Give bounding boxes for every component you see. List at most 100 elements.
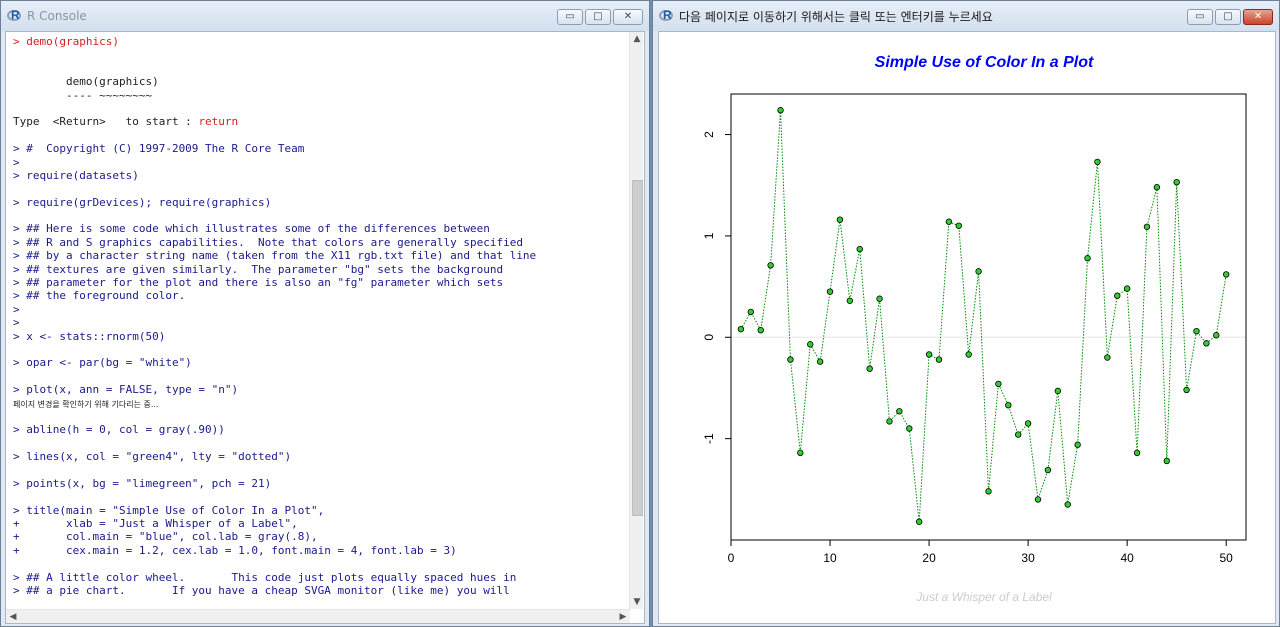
scroll-right-icon[interactable]: ▶: [616, 610, 630, 623]
horizontal-scrollbar[interactable]: ◀ ▶: [6, 609, 630, 623]
data-point: [816, 358, 824, 365]
data-point: [1123, 285, 1131, 292]
chart-title: Simple Use of Color In a Plot: [875, 54, 1094, 71]
console-line-text: demo(graphics): [13, 75, 159, 89]
console-line: > plot(x, ann = FALSE, type = "n"): [13, 383, 628, 396]
data-point: [915, 518, 923, 525]
console-line: > require(datasets): [13, 169, 628, 182]
x-tick-label: 40: [1120, 551, 1134, 565]
data-point: [1143, 223, 1151, 230]
console-line: > points(x, bg = "limegreen", pch = 21): [13, 477, 628, 490]
data-point: [826, 288, 834, 295]
data-point: [807, 341, 814, 348]
data-point: [1034, 496, 1042, 503]
console-line-text: > require(datasets): [13, 168, 139, 182]
data-point: [975, 268, 982, 275]
console-line: > ## R and S graphics capabilities. Note…: [13, 236, 628, 249]
console-line-text: > abline(h = 0, col = gray(.90)): [13, 423, 225, 437]
console-line-response: return: [198, 115, 239, 129]
data-point: [935, 356, 943, 363]
console-line-text: Type <Return> to start :: [13, 115, 199, 129]
x-tick-label: 50: [1220, 551, 1234, 565]
console-line: > # Copyright (C) 1997-2009 The R Core T…: [13, 142, 628, 155]
console-line: > ## parameter for the plot and there is…: [13, 276, 628, 289]
console-line: demo(graphics): [13, 75, 628, 88]
data-point: [1222, 271, 1230, 278]
data-point: [1173, 178, 1180, 186]
data-point: [1074, 441, 1081, 448]
data-point: [1213, 332, 1220, 339]
console-line-text: >: [13, 155, 20, 169]
scatter-plot: 0 10 20 30 40 50 -1 0 1 2 Simple Use of Color In a…: [702, 54, 1247, 604]
console-line: > lines(x, col = "green4", lty = "dotted…: [13, 450, 628, 463]
series-line: [740, 110, 1227, 522]
console-line-text: > plot(x, ann = FALSE, type = "n"): [13, 383, 239, 397]
graphics-title: 다음 페이지로 이동하기 위해서는 클릭 또는 엔터키를 누르세요: [679, 9, 993, 24]
data-point: [995, 380, 1002, 388]
console-maximize-button[interactable]: □: [585, 9, 611, 25]
graphics-maximize-button[interactable]: □: [1215, 9, 1241, 25]
console-line: >: [13, 303, 628, 316]
r-console-window: R R Console ▭ □ ✕ > demo(graphics) demo(…: [0, 0, 650, 627]
data-point: [787, 356, 794, 363]
x-axis-label: Just a Whisper of a Label: [915, 590, 1052, 604]
console-line: >: [13, 156, 628, 169]
data-point: [1133, 449, 1141, 457]
console-line: > require(grDevices); require(graphics): [13, 196, 628, 209]
console-minimize-button[interactable]: ▭: [557, 9, 583, 25]
console-line: > ## Here is some code which illustrates…: [13, 222, 628, 235]
data-point: [1104, 354, 1111, 361]
graphics-titlebar[interactable]: R 다음 페이지로 이동하기 위해서는 클릭 또는 엔터키를 누르세요 ▭ □ …: [653, 1, 1279, 31]
console-line: > ## a pie chart. If you have a cheap SV…: [13, 584, 628, 597]
console-line-text: > ## textures are given similarly. The p…: [13, 262, 504, 276]
console-line: Type <Return> to start : return: [13, 115, 628, 128]
scroll-down-icon[interactable]: ▼: [630, 595, 644, 609]
data-point: [886, 418, 893, 425]
data-point: [955, 222, 962, 229]
r-graphics-window: R 다음 페이지로 이동하기 위해서는 클릭 또는 엔터키를 누르세요 ▭ □ …: [652, 0, 1280, 627]
data-point: [1183, 386, 1190, 394]
console-close-button[interactable]: ✕: [613, 9, 643, 25]
data-point: [777, 107, 784, 114]
console-line: > demo(graphics): [13, 35, 628, 48]
graphics-close-button[interactable]: ✕: [1243, 9, 1273, 25]
plot-canvas[interactable]: 0 10 20 30 40 50 -1 0 1 2 Simple Use of Color In a…: [658, 31, 1276, 624]
console-line-text: > ## A little color wheel. This code jus…: [13, 570, 517, 584]
data-point: [925, 351, 933, 358]
x-tick-label: 20: [922, 551, 936, 565]
console-text: > demo(graphics) demo(graphics) ---- ~~~…: [13, 35, 628, 597]
console-line: + col.main = "blue", col.lab = gray(.8),: [13, 530, 628, 543]
console-line-text: > ## the foreground color.: [13, 289, 186, 303]
scroll-up-icon[interactable]: ▲: [630, 32, 644, 46]
console-title: R Console: [27, 9, 87, 23]
data-point: [1044, 466, 1052, 474]
vertical-scrollbar[interactable]: ▲ ▼: [629, 32, 643, 609]
data-point: [876, 295, 883, 302]
data-point: [1114, 292, 1121, 299]
console-line: >: [13, 316, 628, 329]
scrollbar-thumb[interactable]: [632, 180, 643, 516]
console-line-text: > # Copyright (C) 1997-2009 The R Core T…: [13, 142, 305, 156]
data-point: [1084, 255, 1091, 262]
console-line-text: > require(grDevices); require(graphics): [13, 195, 272, 209]
console-line: > ## the foreground color.: [13, 289, 628, 302]
console-output-area[interactable]: > demo(graphics) demo(graphics) ---- ~~~…: [5, 31, 645, 624]
scroll-left-icon[interactable]: ◀: [6, 610, 20, 623]
console-titlebar[interactable]: R R Console ▭ □ ✕: [1, 1, 649, 31]
console-line-text: > opar <- par(bg = "white"): [13, 356, 192, 370]
console-line: ---- ~~~~~~~~: [13, 89, 628, 102]
graphics-minimize-button[interactable]: ▭: [1187, 9, 1213, 25]
console-line: > opar <- par(bg = "white"): [13, 356, 628, 369]
console-line-text: >: [13, 316, 20, 330]
